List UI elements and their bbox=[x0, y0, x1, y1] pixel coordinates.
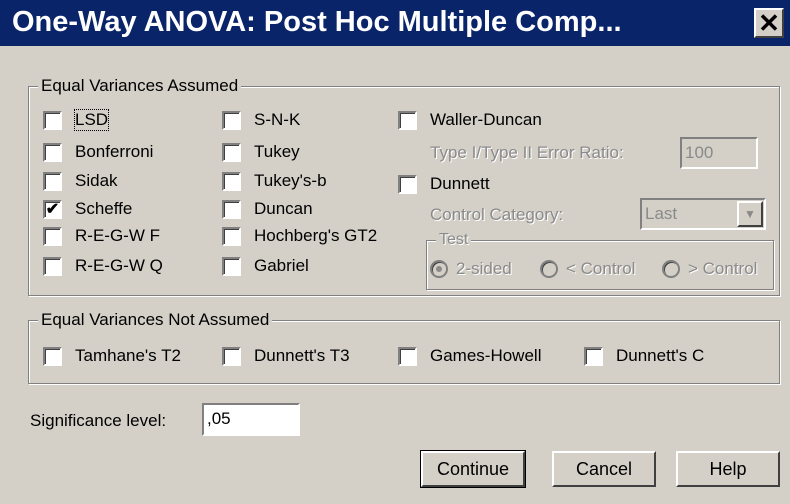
checkbox-label: Scheffe bbox=[75, 199, 133, 218]
checkbox-tamhane[interactable]: Tamhane's T2 bbox=[43, 346, 181, 366]
checkbox-label: R-E-G-W Q bbox=[75, 256, 163, 275]
radio-label: < Control bbox=[566, 259, 636, 278]
checkbox-box bbox=[222, 110, 241, 130]
checkbox-dunnett-c[interactable]: Dunnett's C bbox=[584, 346, 704, 366]
title-bar: One-Way ANOVA: Post Hoc Multiple Comp...… bbox=[0, 0, 790, 46]
radio-dot bbox=[540, 260, 558, 278]
error-ratio-input[interactable]: 100 bbox=[680, 137, 758, 169]
checkbox-box bbox=[222, 226, 241, 246]
checkbox-box bbox=[43, 256, 62, 276]
checkbox-box bbox=[584, 346, 603, 366]
check-icon: ✔ bbox=[45, 200, 60, 218]
checkbox-label: Gabriel bbox=[254, 256, 309, 275]
checkbox-box bbox=[398, 346, 417, 366]
checkbox-box bbox=[222, 171, 241, 191]
checkbox-box bbox=[222, 142, 241, 162]
checkbox-label: Tukey bbox=[254, 142, 300, 161]
checkbox-box bbox=[398, 110, 417, 130]
radio-dot bbox=[430, 260, 448, 278]
checkbox-box bbox=[222, 199, 241, 219]
checkbox-scheffe[interactable]: ✔ Scheffe bbox=[43, 199, 132, 219]
equal-variances-assumed-legend: Equal Variances Assumed bbox=[38, 76, 242, 96]
radio-greater-control[interactable]: > Control bbox=[662, 259, 757, 279]
checkbox-box bbox=[43, 346, 62, 366]
checkbox-label: Hochberg's GT2 bbox=[254, 226, 378, 245]
checkbox-label: S-N-K bbox=[254, 110, 301, 129]
checkbox-gabriel[interactable]: Gabriel bbox=[222, 256, 309, 276]
checkbox-regwq[interactable]: R-E-G-W Q bbox=[43, 256, 163, 276]
radio-less-control[interactable]: < Control bbox=[540, 259, 635, 279]
checkbox-bonferroni[interactable]: Bonferroni bbox=[43, 142, 153, 162]
checkbox-label: Bonferroni bbox=[75, 142, 154, 161]
checkbox-label: Duncan bbox=[254, 199, 313, 218]
checkbox-duncan[interactable]: Duncan bbox=[222, 199, 313, 219]
checkbox-label: Sidak bbox=[75, 171, 118, 190]
checkbox-box: ✔ bbox=[43, 199, 62, 219]
equal-variances-not-assumed-legend: Equal Variances Not Assumed bbox=[38, 310, 273, 330]
checkbox-snk[interactable]: S-N-K bbox=[222, 110, 300, 130]
checkbox-hochberg[interactable]: Hochberg's GT2 bbox=[222, 226, 377, 246]
checkbox-label: Dunnett bbox=[430, 174, 490, 193]
checkbox-dunnett-t3[interactable]: Dunnett's T3 bbox=[222, 346, 350, 366]
checkbox-label: R-E-G-W F bbox=[75, 226, 160, 245]
checkbox-box bbox=[222, 256, 241, 276]
radio-label: 2-sided bbox=[456, 259, 512, 278]
checkbox-tukey[interactable]: Tukey bbox=[222, 142, 300, 162]
significance-level-label: Significance level: bbox=[30, 411, 167, 430]
chevron-down-icon[interactable]: ▼ bbox=[737, 201, 763, 227]
checkbox-label: Tamhane's T2 bbox=[75, 346, 181, 365]
checkbox-tukeys-b[interactable]: Tukey's-b bbox=[222, 171, 327, 191]
checkbox-label: LSD bbox=[73, 109, 110, 131]
checkbox-label: Dunnett's T3 bbox=[254, 346, 350, 365]
checkbox-box bbox=[43, 171, 62, 191]
significance-level-input[interactable]: ,05 bbox=[202, 403, 300, 436]
control-category-label: Control Category: bbox=[430, 205, 564, 224]
cancel-button[interactable]: Cancel bbox=[552, 451, 656, 487]
checkbox-box bbox=[222, 346, 241, 366]
checkbox-waller-duncan[interactable]: Waller-Duncan bbox=[398, 110, 542, 130]
close-button[interactable]: ✕ bbox=[754, 8, 784, 38]
error-ratio-label: Type I/Type II Error Ratio: bbox=[430, 143, 624, 162]
radio-dot bbox=[662, 260, 680, 278]
checkbox-dunnett[interactable]: Dunnett bbox=[398, 174, 490, 194]
checkbox-box bbox=[398, 174, 417, 194]
checkbox-label: Waller-Duncan bbox=[430, 110, 542, 129]
checkbox-lsd[interactable]: LSD bbox=[43, 109, 110, 131]
checkbox-box bbox=[43, 226, 62, 246]
checkbox-regwf[interactable]: R-E-G-W F bbox=[43, 226, 160, 246]
checkbox-box bbox=[43, 110, 62, 130]
checkbox-box bbox=[43, 142, 62, 162]
help-button[interactable]: Help bbox=[676, 451, 780, 487]
control-category-value: Last bbox=[645, 204, 678, 223]
radio-2-sided[interactable]: 2-sided bbox=[430, 259, 512, 279]
checkbox-label: Tukey's-b bbox=[254, 171, 327, 190]
checkbox-label: Dunnett's C bbox=[616, 346, 705, 365]
checkbox-sidak[interactable]: Sidak bbox=[43, 171, 118, 191]
continue-button[interactable]: Continue bbox=[420, 450, 526, 488]
checkbox-label: Games-Howell bbox=[430, 346, 542, 365]
window-title: One-Way ANOVA: Post Hoc Multiple Comp... bbox=[12, 6, 622, 38]
radio-label: > Control bbox=[688, 259, 758, 278]
control-category-select[interactable]: Last ▼ bbox=[640, 198, 766, 230]
close-icon: ✕ bbox=[758, 8, 780, 38]
checkbox-games-howell[interactable]: Games-Howell bbox=[398, 346, 541, 366]
test-legend: Test bbox=[436, 230, 472, 250]
